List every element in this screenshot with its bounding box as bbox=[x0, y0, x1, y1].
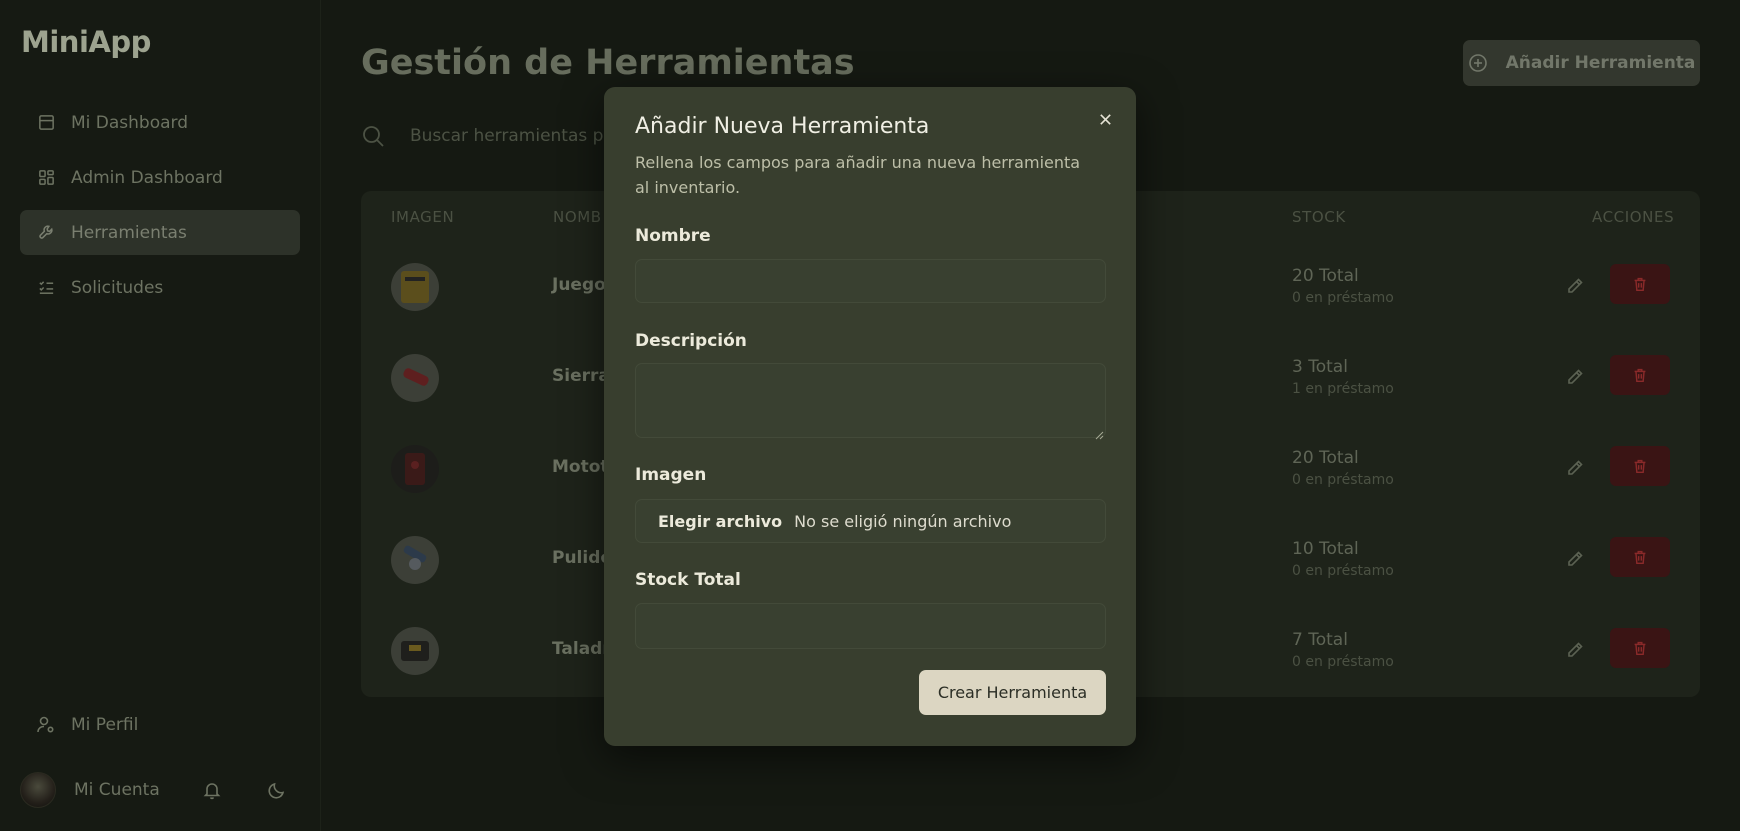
modal-description: Rellena los campos para añadir una nueva… bbox=[635, 153, 1081, 197]
search-bar[interactable]: Buscar herramientas por bbox=[361, 124, 621, 148]
delete-button[interactable] bbox=[1610, 537, 1670, 577]
tool-name: Taladr bbox=[552, 639, 611, 659]
stock-total: 10 Total bbox=[1292, 539, 1359, 559]
description-label: Descripción bbox=[635, 331, 747, 351]
close-icon[interactable] bbox=[1093, 107, 1117, 131]
stock-on-loan: 0 en préstamo bbox=[1292, 290, 1394, 306]
tool-image bbox=[391, 263, 439, 311]
edit-icon[interactable] bbox=[1565, 276, 1585, 296]
trash-icon bbox=[1634, 368, 1646, 383]
tool-image bbox=[391, 445, 439, 493]
name-label: Nombre bbox=[635, 226, 711, 246]
delete-button[interactable] bbox=[1610, 628, 1670, 668]
sidebar-item-mi-perfil[interactable]: Mi Perfil bbox=[20, 703, 300, 747]
stock-on-loan: 1 en préstamo bbox=[1292, 381, 1394, 397]
app-logo: MiniApp bbox=[21, 25, 151, 59]
account-name[interactable]: Mi Cuenta bbox=[74, 780, 160, 800]
moon-icon[interactable] bbox=[267, 780, 287, 800]
tool-name: Motot bbox=[552, 457, 609, 477]
sidebar-item-mi-dashboard[interactable]: Mi Dashboard bbox=[20, 100, 300, 145]
stock-input[interactable] bbox=[635, 603, 1106, 649]
wrench-icon bbox=[36, 223, 56, 243]
sidebar-item-label: Solicitudes bbox=[71, 277, 164, 298]
delete-button[interactable] bbox=[1610, 355, 1670, 395]
tool-image bbox=[391, 627, 439, 675]
trash-icon bbox=[1634, 459, 1646, 474]
user-settings-icon bbox=[36, 715, 56, 735]
name-input[interactable] bbox=[635, 259, 1106, 303]
stock-total: 20 Total bbox=[1292, 448, 1359, 468]
delete-button[interactable] bbox=[1610, 264, 1670, 304]
sidebar-item-solicitudes[interactable]: Solicitudes bbox=[20, 265, 300, 310]
sidebar-item-admin-dashboard[interactable]: Admin Dashboard bbox=[20, 155, 300, 200]
tool-image bbox=[391, 536, 439, 584]
search-icon bbox=[361, 124, 385, 148]
stock-on-loan: 0 en préstamo bbox=[1292, 472, 1394, 488]
sidebar-item-herramientas[interactable]: Herramientas bbox=[20, 210, 300, 255]
sidebar: MiniApp Mi Dashboard Admin Dashboard Her… bbox=[0, 0, 321, 831]
bell-icon[interactable] bbox=[202, 780, 222, 800]
checklist-icon bbox=[36, 278, 56, 298]
grid-icon bbox=[36, 168, 56, 188]
file-status: No se eligió ningún archivo bbox=[794, 511, 1012, 531]
calendar-icon bbox=[36, 113, 56, 133]
image-file-input[interactable]: Elegir archivo No se eligió ningún archi… bbox=[635, 499, 1106, 543]
sidebar-item-label: Admin Dashboard bbox=[71, 167, 223, 188]
create-tool-button[interactable]: Crear Herramienta bbox=[919, 670, 1106, 715]
search-input[interactable]: Buscar herramientas por bbox=[410, 126, 621, 146]
resize-handle-icon[interactable] bbox=[1094, 425, 1104, 440]
edit-icon[interactable] bbox=[1565, 367, 1585, 387]
column-header-name: NOMB bbox=[553, 208, 602, 226]
sidebar-item-label: Herramientas bbox=[71, 222, 187, 243]
modal-title: Añadir Nueva Herramienta bbox=[635, 114, 930, 139]
trash-icon bbox=[1634, 277, 1646, 292]
column-header-stock: STOCK bbox=[1292, 208, 1346, 226]
plus-circle-icon bbox=[1468, 53, 1488, 73]
tool-name: Juego bbox=[552, 275, 606, 295]
description-textarea[interactable] bbox=[635, 363, 1106, 438]
sidebar-nav: Mi Dashboard Admin Dashboard Herramienta… bbox=[20, 100, 300, 320]
sidebar-item-label: Mi Perfil bbox=[71, 715, 139, 735]
stock-label: Stock Total bbox=[635, 570, 741, 590]
account-section: Mi Cuenta bbox=[20, 770, 300, 810]
stock-on-loan: 0 en préstamo bbox=[1292, 563, 1394, 579]
edit-icon[interactable] bbox=[1565, 458, 1585, 478]
add-tool-button-label: Añadir Herramienta bbox=[1505, 53, 1696, 73]
tool-name: Sierra bbox=[552, 366, 610, 386]
column-header-actions: ACCIONES bbox=[1592, 208, 1675, 226]
add-tool-modal: Añadir Nueva Herramienta Rellena los cam… bbox=[604, 87, 1136, 746]
trash-icon bbox=[1634, 641, 1646, 656]
trash-icon bbox=[1634, 550, 1646, 565]
stock-total: 3 Total bbox=[1292, 357, 1348, 377]
stock-total: 20 Total bbox=[1292, 266, 1359, 286]
stock-total: 7 Total bbox=[1292, 630, 1348, 650]
sidebar-item-label: Mi Dashboard bbox=[71, 112, 189, 133]
page-title: Gestión de Herramientas bbox=[361, 43, 855, 83]
stock-on-loan: 0 en préstamo bbox=[1292, 654, 1394, 670]
image-label: Imagen bbox=[635, 465, 707, 485]
column-header-image: IMAGEN bbox=[391, 208, 455, 226]
edit-icon[interactable] bbox=[1565, 640, 1585, 660]
edit-icon[interactable] bbox=[1565, 549, 1585, 569]
tool-image bbox=[391, 354, 439, 402]
choose-file-button[interactable]: Elegir archivo bbox=[658, 512, 782, 531]
add-tool-button[interactable]: Añadir Herramienta bbox=[1463, 40, 1700, 86]
avatar[interactable] bbox=[20, 772, 56, 808]
delete-button[interactable] bbox=[1610, 446, 1670, 486]
